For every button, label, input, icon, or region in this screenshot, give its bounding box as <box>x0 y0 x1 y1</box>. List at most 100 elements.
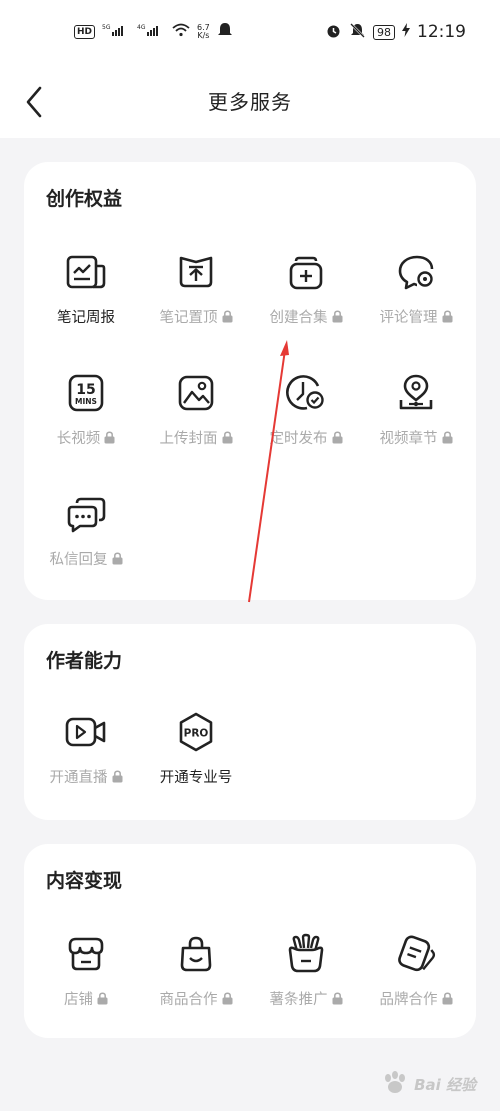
label-row: 商品合作 <box>141 988 251 1009</box>
lock-icon <box>222 992 233 1005</box>
hd-indicator: HD <box>74 25 96 39</box>
grid-item-scheduled-publish[interactable]: 定时发布 <box>251 371 361 448</box>
lock-icon <box>442 310 453 323</box>
grid-item-weekly-report[interactable]: 笔记周报 <box>31 250 141 327</box>
item-label: 定时发布 <box>269 431 328 447</box>
clock: 12:19 <box>417 22 466 42</box>
long-video-15mins-icon: 15 MINS <box>64 371 108 415</box>
signal-icon: 5G <box>102 23 130 41</box>
watermark-text: Bai 经验 <box>414 1076 476 1094</box>
grid-item-message-reply[interactable]: 私信回复 <box>31 492 141 569</box>
icon-text-pro: PRO <box>184 728 209 740</box>
label-row: 笔记置顶 <box>141 306 251 327</box>
pro-badge-icon: PRO <box>174 710 218 754</box>
notification-bell-icon <box>217 22 233 42</box>
svg-text:4G: 4G <box>137 24 146 31</box>
report-icon <box>64 250 108 294</box>
status-bar: HD 5G 4G 6.7 K/s 98 12:19 <box>0 0 500 64</box>
charging-icon <box>402 23 410 41</box>
comment-settings-icon <box>394 250 438 294</box>
icon-text-mins: MINS <box>75 397 97 406</box>
grid-item-open-pro-account[interactable]: PRO 开通专业号 <box>141 710 251 787</box>
icon-text-15: 15 <box>76 382 95 398</box>
item-label: 薯条推广 <box>269 992 328 1008</box>
lock-icon <box>222 431 233 444</box>
lock-icon <box>332 431 343 444</box>
label-row: 长视频 <box>31 427 141 448</box>
shop-icon <box>64 932 108 976</box>
item-label: 笔记周报 <box>57 310 115 326</box>
grid-item-fries-promotion[interactable]: 薯条推广 <box>251 932 361 1009</box>
section-title: 内容变现 <box>46 870 123 892</box>
item-label: 商品合作 <box>159 992 218 1008</box>
grid-item-long-video[interactable]: 15 MINS 长视频 <box>31 371 141 448</box>
label-row: 上传封面 <box>141 427 251 448</box>
pin-top-icon <box>174 250 218 294</box>
brand-tag-icon <box>394 932 438 976</box>
item-label: 创建合集 <box>269 310 328 326</box>
section-monetization: 内容变现 店铺 商品合作 薯条推广 品牌合作 <box>24 844 476 1038</box>
paw-logo-icon <box>382 1070 408 1099</box>
item-label: 品牌合作 <box>379 992 438 1008</box>
scheduled-publish-icon <box>284 371 328 415</box>
label-row: 创建合集 <box>251 306 361 327</box>
section-title: 创作权益 <box>46 188 123 210</box>
label-row: 笔记周报 <box>31 306 141 327</box>
label-row: 店铺 <box>31 988 141 1009</box>
alarm-icon <box>325 22 342 43</box>
grid-item-brand-cooperation[interactable]: 品牌合作 <box>361 932 471 1009</box>
section-author-abilities: 作者能力 开通直播 PRO 开通专业号 <box>24 624 476 820</box>
lock-icon <box>112 552 123 565</box>
lock-icon <box>442 431 453 444</box>
status-right: 98 12:19 <box>325 22 466 43</box>
grid-item-upload-cover[interactable]: 上传封面 <box>141 371 251 448</box>
wifi-icon <box>172 23 190 41</box>
section-title: 作者能力 <box>46 650 123 672</box>
lock-icon <box>442 992 453 1005</box>
lock-icon <box>222 310 233 323</box>
header: 更多服务 <box>0 64 500 138</box>
label-row: 品牌合作 <box>361 988 471 1009</box>
item-label: 店铺 <box>64 992 93 1008</box>
fries-promotion-icon <box>284 932 328 976</box>
live-video-icon <box>64 710 108 754</box>
item-label: 视频章节 <box>379 431 438 447</box>
message-reply-icon <box>64 492 108 536</box>
grid-item-pin-note[interactable]: 笔记置顶 <box>141 250 251 327</box>
grid-item-comment-management[interactable]: 评论管理 <box>361 250 471 327</box>
label-row: 私信回复 <box>31 548 141 569</box>
page-title: 更多服务 <box>208 90 292 114</box>
label-row: 开通专业号 <box>141 766 251 787</box>
svg-text:5G: 5G <box>102 24 111 31</box>
grid-item-video-chapters[interactable]: 视频章节 <box>361 371 471 448</box>
video-chapter-icon <box>394 371 438 415</box>
item-label: 笔记置顶 <box>159 310 218 326</box>
label-row: 开通直播 <box>31 766 141 787</box>
label-row: 薯条推广 <box>251 988 361 1009</box>
label-row: 定时发布 <box>251 427 361 448</box>
grid-item-shop[interactable]: 店铺 <box>31 932 141 1009</box>
item-label: 长视频 <box>56 431 101 447</box>
grid-item-open-live[interactable]: 开通直播 <box>31 710 141 787</box>
lock-icon <box>97 992 108 1005</box>
lock-icon <box>332 992 343 1005</box>
item-label: 私信回复 <box>49 552 108 568</box>
item-label: 评论管理 <box>379 310 438 326</box>
status-left: HD 5G 4G 6.7 K/s <box>74 22 233 42</box>
lock-icon <box>332 310 343 323</box>
grid-item-create-collection[interactable]: 创建合集 <box>251 250 361 327</box>
network-speed-unit: K/s <box>197 31 210 40</box>
grid-item-product-cooperation[interactable]: 商品合作 <box>141 932 251 1009</box>
network-speed: 6.7 K/s <box>197 24 210 40</box>
signal-icon-2: 4G <box>137 23 165 41</box>
lock-icon <box>104 431 115 444</box>
lock-icon <box>112 770 123 783</box>
watermark: Bai 经验 <box>382 1070 476 1099</box>
battery-indicator: 98 <box>373 24 395 40</box>
collection-add-icon <box>284 250 328 294</box>
mute-icon <box>349 22 366 43</box>
item-label: 开通专业号 <box>159 770 233 786</box>
label-row: 视频章节 <box>361 427 471 448</box>
label-row: 评论管理 <box>361 306 471 327</box>
shopping-bag-icon <box>174 932 218 976</box>
